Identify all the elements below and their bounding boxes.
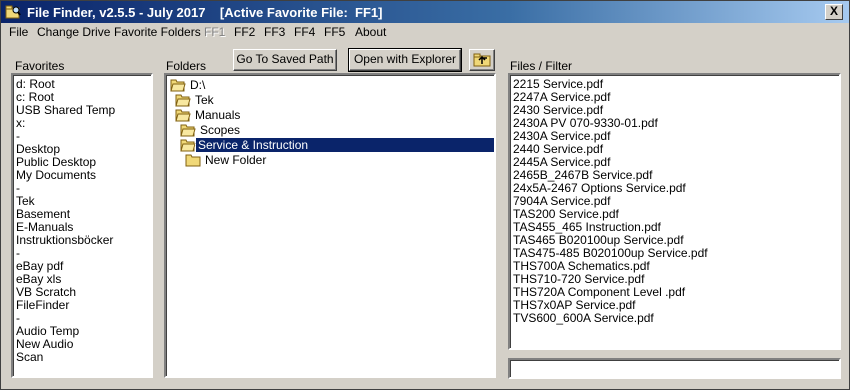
folders-label: Folders — [166, 59, 207, 73]
menu-change-drive[interactable]: Change Drive — [37, 25, 110, 39]
favorite-item[interactable]: FileFinder — [13, 299, 151, 312]
go-to-saved-path-button[interactable]: Go To Saved Path — [233, 49, 337, 71]
menu-bar: File Change Drive Favorite Folders FF1 F… — [1, 23, 849, 42]
tree-node-tek[interactable]: Tek — [175, 93, 455, 107]
filter-input[interactable] — [508, 358, 841, 379]
folder-up-icon — [473, 53, 491, 67]
folder-icon — [185, 154, 201, 167]
title-bar[interactable]: File Finder, v2.5.5 - July 2017 [Active … — [1, 1, 849, 23]
menu-ff1: FF1 — [204, 25, 226, 39]
open-folder-icon — [175, 94, 191, 107]
favorite-item[interactable]: My Documents — [13, 169, 151, 182]
open-folder-icon — [170, 79, 186, 92]
file-finder-window: File Finder, v2.5.5 - July 2017 [Active … — [0, 0, 850, 390]
menu-ff4[interactable]: FF4 — [294, 25, 315, 39]
tree-node-label: Scopes — [200, 123, 241, 137]
tree-node-service-instruction[interactable]: Service & Instruction — [180, 137, 494, 153]
menu-favorite-folders[interactable]: Favorite Folders — [114, 25, 201, 39]
file-item[interactable]: TVS600_600A Service.pdf — [510, 312, 839, 325]
app-icon — [5, 5, 21, 19]
tree-node-label: Tek — [195, 93, 214, 107]
menu-ff2[interactable]: FF2 — [234, 25, 255, 39]
menu-about[interactable]: About — [355, 25, 386, 39]
favorite-item[interactable]: Instruktionsböcker — [13, 234, 151, 247]
tree-node-manuals[interactable]: Manuals — [175, 108, 455, 122]
menu-ff5[interactable]: FF5 — [324, 25, 345, 39]
favorite-item[interactable]: Scan — [13, 351, 151, 364]
tree-node-drive[interactable]: D:\ — [170, 78, 470, 92]
tree-node-label: D:\ — [190, 78, 206, 92]
files-filter-label: Files / Filter — [510, 59, 573, 73]
close-button[interactable]: X — [825, 4, 843, 20]
folder-up-button[interactable] — [469, 49, 495, 71]
tree-node-label: New Folder — [205, 153, 267, 167]
tree-node-label: Service & Instruction — [195, 137, 494, 153]
folder-tree[interactable]: D:\ Tek Manuals Scopes Service & Instruc… — [164, 73, 496, 378]
menu-ff3[interactable]: FF3 — [264, 25, 285, 39]
favorites-label: Favorites — [15, 59, 65, 73]
favorite-item[interactable]: x: — [13, 117, 151, 130]
favorites-list[interactable]: d: Root c: Root USB Shared Temp x: - Des… — [11, 73, 153, 378]
menu-file[interactable]: File — [9, 25, 28, 39]
window-title: File Finder, v2.5.5 - July 2017 [Active … — [27, 5, 383, 20]
open-with-explorer-button[interactable]: Open with Explorer — [348, 48, 462, 72]
open-folder-icon — [180, 124, 196, 137]
open-folder-icon — [180, 139, 196, 152]
files-list[interactable]: 2215 Service.pdf 2247A Service.pdf 2430 … — [508, 73, 841, 350]
tree-node-new-folder[interactable]: New Folder — [185, 153, 465, 167]
open-folder-icon — [175, 109, 191, 122]
favorite-item[interactable]: USB Shared Temp — [13, 104, 151, 117]
tree-node-scopes[interactable]: Scopes — [180, 123, 460, 137]
tree-node-label: Manuals — [195, 108, 241, 122]
